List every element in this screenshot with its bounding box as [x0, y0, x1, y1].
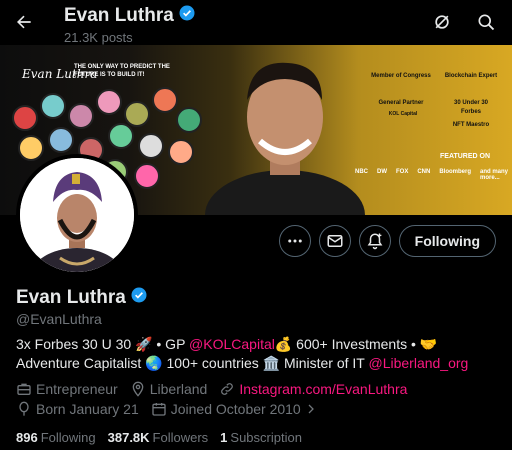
role-partner: General Partner	[378, 100, 424, 106]
nft-avatar	[152, 87, 178, 113]
mail-icon	[327, 235, 343, 247]
nft-avatar	[108, 123, 134, 149]
subscriptions-count: 1	[220, 430, 228, 445]
outlet-dw: DW	[377, 169, 387, 175]
location-item: Liberland	[130, 381, 208, 397]
chevron-right-icon	[308, 404, 314, 414]
profile-name: Evan Luthra	[16, 286, 126, 308]
briefcase-icon	[17, 383, 31, 395]
nft-avatar	[138, 133, 164, 159]
subscriptions-label: Subscription	[230, 430, 302, 445]
more-button[interactable]	[278, 225, 311, 257]
featured-on: FEATURED ON	[440, 153, 491, 160]
balloon-icon	[19, 401, 29, 416]
role-under30: 30 Under 30	[453, 100, 489, 106]
birthday-text: Born January 21	[36, 401, 139, 417]
nft-avatar	[18, 135, 44, 161]
verified-badge-icon	[178, 4, 196, 28]
profile-meta-row: Entrepreneur Liberland Instagram.com/Eva…	[16, 381, 407, 397]
message-button[interactable]	[318, 225, 351, 257]
birthday-item: Born January 21	[16, 401, 139, 417]
verified-badge-icon[interactable]	[130, 286, 148, 309]
role-nft: NFT Maestro	[452, 122, 490, 128]
outlet-fox: FOX	[396, 169, 409, 175]
following-label: Following	[40, 430, 96, 445]
notify-button[interactable]	[358, 225, 391, 257]
location-text: Liberland	[149, 381, 208, 397]
following-count: 896	[16, 430, 38, 445]
avatar-image	[20, 158, 134, 272]
nft-avatar	[176, 107, 202, 133]
nft-avatar	[96, 89, 122, 115]
search-icon[interactable]	[474, 10, 498, 34]
role-blockchain: Blockchain Expert	[444, 73, 498, 79]
notification-bell-icon	[367, 233, 383, 250]
nft-avatar	[168, 139, 194, 165]
bio-text: 3x Forbes 30 U 30 🚀 • GP	[16, 336, 190, 352]
calendar-icon	[152, 403, 166, 416]
banner-tagline: THE ONLY WAY TO PREDICT THE FUTURE IS TO…	[74, 64, 170, 78]
profession-item: Entrepreneur	[16, 381, 118, 397]
website-item: Instagram.com/EvanLuthra	[219, 381, 407, 397]
header-name: Evan Luthra	[64, 5, 174, 26]
nft-avatar	[12, 105, 38, 131]
top-bar: Evan Luthra 21.3K posts	[0, 0, 512, 45]
media-logos: NBC DW FOX CNN Bloomberg and many more..…	[355, 169, 512, 181]
bio-link-liberland[interactable]: @Liberland_org	[368, 355, 468, 371]
banner-roles: Member of Congress Blockchain Expert Gen…	[370, 45, 512, 215]
role-congress: Member of Congress	[371, 73, 431, 79]
arrow-left-icon[interactable]	[10, 8, 38, 36]
joined-text: Joined October 2010	[170, 401, 301, 417]
profile-handle: @EvanLuthra	[16, 311, 102, 327]
following-button[interactable]: Following	[398, 225, 496, 257]
nft-avatar	[48, 127, 74, 153]
nft-avatar	[134, 163, 160, 189]
followers-label: Followers	[152, 430, 209, 445]
profile-bio: 3x Forbes 30 U 30 🚀 • GP @KOLCapital💰 60…	[16, 335, 496, 373]
following-stat[interactable]: 896 Following	[16, 430, 96, 445]
profile-stats: 896 Following 387.8K Followers 1 Subscripti…	[16, 430, 302, 445]
profession-text: Entrepreneur	[36, 381, 118, 397]
outlet-bloomberg: Bloomberg	[439, 169, 472, 175]
role-forbes: Forbes	[460, 109, 481, 115]
subscriptions-stat[interactable]: 1 Subscription	[220, 430, 302, 445]
location-pin-icon	[132, 381, 144, 397]
link-icon	[221, 383, 234, 395]
header-title: Evan Luthra 21.3K posts	[64, 4, 196, 45]
outlet-cnn: CNN	[417, 169, 431, 175]
banner-portrait	[205, 62, 365, 215]
followers-stat[interactable]: 387.8K Followers	[108, 430, 209, 445]
more-icon	[287, 239, 302, 243]
nft-avatar	[124, 101, 150, 127]
website-link[interactable]: Instagram.com/EvanLuthra	[239, 381, 407, 397]
profile-name-row: Evan Luthra	[16, 286, 148, 309]
outlet-nbc: NBC	[355, 169, 368, 175]
outlet-more: and many more...	[480, 169, 509, 181]
profile-meta-row: Born January 21 Joined October 2010	[16, 401, 317, 417]
avatar[interactable]	[16, 154, 138, 276]
bio-link-kolcapital[interactable]: @KOLCapital	[189, 336, 275, 352]
role-kol: KOL Capital	[388, 111, 418, 117]
posts-count: 21.3K posts	[64, 30, 133, 45]
joined-item[interactable]: Joined October 2010	[151, 401, 317, 417]
nft-avatar	[68, 103, 94, 129]
followers-count: 387.8K	[107, 430, 150, 445]
grok-icon[interactable]	[430, 10, 454, 34]
nft-avatar	[40, 93, 66, 119]
